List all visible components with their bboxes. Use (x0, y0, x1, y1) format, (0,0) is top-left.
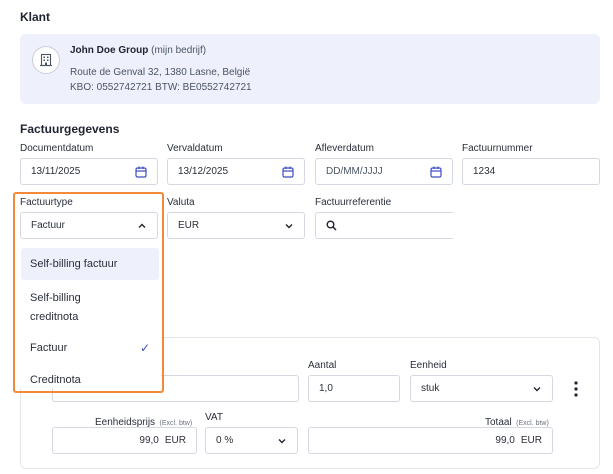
unit-price-excl-vat: (Excl. btw) (159, 420, 193, 427)
building-icon (32, 46, 60, 74)
total-excl-vat: (Excl. btw) (516, 420, 549, 427)
document-date-value: 13/11/2025 (31, 166, 81, 177)
reference-search-input[interactable] (315, 212, 453, 239)
client-tag: (mijn bedrijf) (151, 45, 207, 56)
delivery-date-placeholder: DD/MM/JJJJ (326, 166, 383, 177)
client-name-line: John Doe Group (mijn bedrijf) (70, 45, 206, 56)
vat-select[interactable]: 0 % (205, 427, 298, 454)
total-input: 99,0 EUR (308, 427, 553, 454)
client-name: John Doe Group (70, 45, 149, 56)
delivery-date-label: Afleverdatum (315, 143, 374, 154)
document-date-label: Documentdatum (20, 143, 94, 154)
invoice-number-value: 1234 (473, 166, 496, 177)
calendar-icon[interactable] (135, 166, 147, 178)
due-date-label: Vervaldatum (167, 143, 223, 154)
quantity-value: 1,0 (319, 383, 333, 394)
unit-price-value: 99,0 (139, 435, 159, 446)
document-date-input[interactable]: 13/11/2025 (20, 158, 158, 185)
currency-label: Valuta (167, 197, 195, 208)
unit-label: Eenheid (410, 360, 447, 371)
client-card[interactable]: John Doe Group (mijn bedrijf) Route de G… (20, 34, 600, 104)
more-options-icon[interactable] (571, 380, 581, 398)
due-date-input[interactable]: 13/12/2025 (167, 158, 305, 185)
quantity-input[interactable]: 1,0 (308, 375, 400, 402)
client-ids: KBO: 0552742721 BTW: BE0552742721 (70, 82, 252, 93)
vat-value: 0 % (216, 435, 234, 446)
chevron-down-icon (278, 438, 286, 443)
total-currency: EUR (520, 435, 542, 446)
unit-select[interactable]: stuk (410, 375, 553, 402)
unit-price-input[interactable]: 99,0 EUR (52, 427, 197, 454)
delivery-date-input[interactable]: DD/MM/JJJJ (315, 158, 453, 185)
vat-label: VAT (205, 412, 223, 423)
total-value: 99,0 (495, 435, 515, 446)
client-address: Route de Genval 32, 1380 Lasne, België (70, 67, 251, 78)
invoice-section-title: Factuurgegevens (20, 122, 120, 136)
chevron-down-icon (533, 386, 541, 391)
due-date-value: 13/12/2025 (178, 166, 229, 177)
reference-label: Factuurreferentie (315, 197, 392, 208)
search-icon (326, 220, 337, 231)
invoice-number-input[interactable]: 1234 (462, 158, 600, 185)
unit-value: stuk (421, 383, 440, 394)
unit-price-currency: EUR (164, 435, 186, 446)
chevron-down-icon (285, 223, 293, 228)
calendar-icon[interactable] (282, 166, 294, 178)
currency-value: EUR (178, 220, 200, 231)
quantity-label: Aantal (308, 360, 337, 371)
invoice-number-label: Factuurnummer (462, 143, 533, 154)
calendar-icon[interactable] (430, 166, 442, 178)
highlight-box (13, 192, 164, 393)
client-section-title: Klant (20, 10, 50, 24)
currency-select[interactable]: EUR (167, 212, 305, 239)
